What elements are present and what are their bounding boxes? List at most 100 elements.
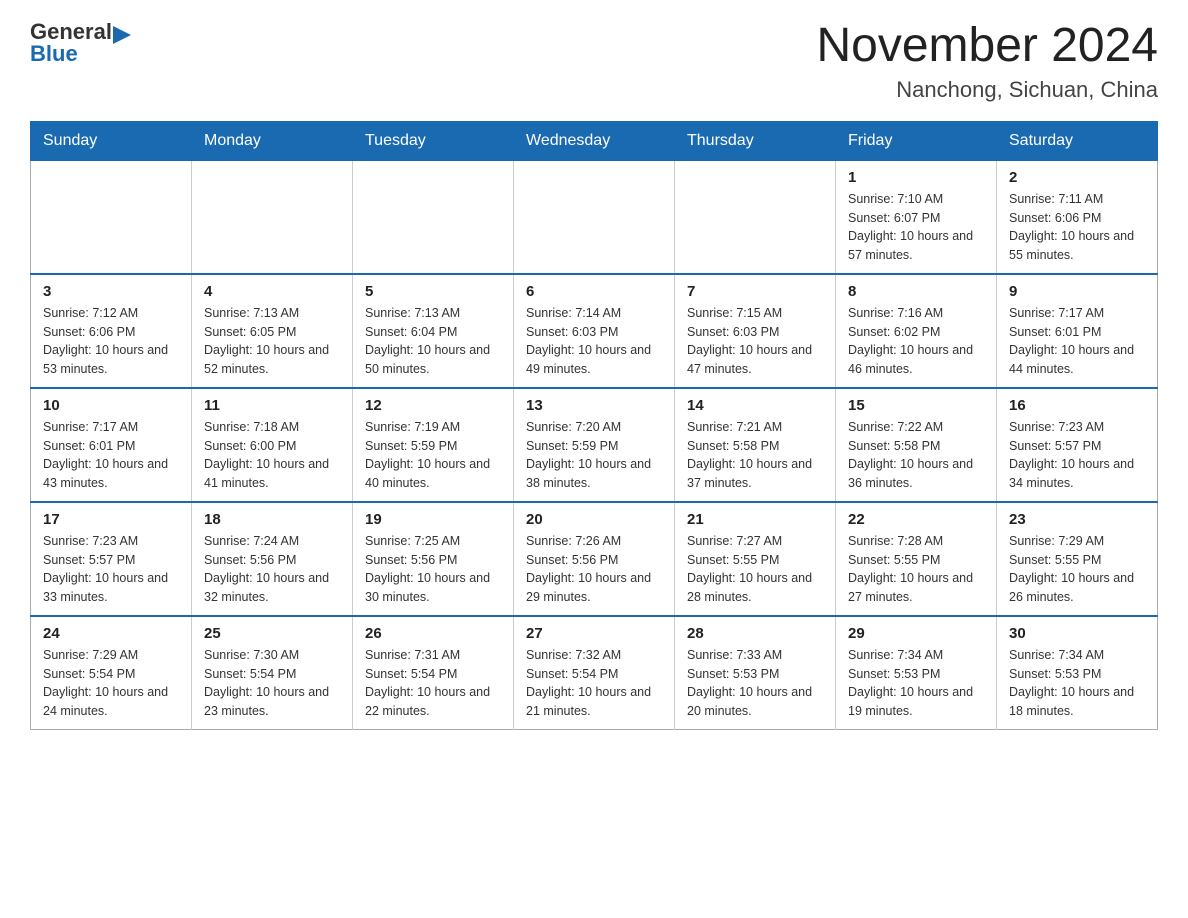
day-number: 19 (365, 511, 501, 528)
day-number: 16 (1009, 397, 1145, 414)
day-info: Sunrise: 7:21 AMSunset: 5:58 PMDaylight:… (687, 418, 823, 493)
calendar-cell-w3-d3: 13Sunrise: 7:20 AMSunset: 5:59 PMDayligh… (514, 388, 675, 502)
calendar-cell-w3-d0: 10 Sunrise: 7:17 AMSunset: 6:01 PMDayligh… (31, 388, 192, 502)
day-number: 7 (687, 283, 823, 300)
day-info: Sunrise: 7:13 AMSunset: 6:04 PMDaylight:… (365, 304, 501, 379)
day-info: Sunrise: 7:22 AMSunset: 5:58 PMDaylight:… (848, 418, 984, 493)
day-info: Sunrise: 7:18 AMSunset: 6:00 PMDaylight:… (204, 418, 340, 493)
logo-text: General Blue (30, 20, 131, 66)
col-saturday: Saturday (997, 121, 1158, 160)
col-sunday: Sunday (31, 121, 192, 160)
day-number: 23 (1009, 511, 1145, 528)
col-monday: Monday (192, 121, 353, 160)
calendar-cell-w5-d3: 27Sunrise: 7:32 AMSunset: 5:54 PMDayligh… (514, 616, 675, 730)
col-tuesday: Tuesday (353, 121, 514, 160)
col-thursday: Thursday (675, 121, 836, 160)
calendar-cell-w3-d5: 15 Sunrise: 7:22 AMSunset: 5:58 PMDayligh… (836, 388, 997, 502)
day-number: 2 (1009, 169, 1145, 186)
day-info: Sunrise: 7:34 AMSunset: 5:53 PMDaylight:… (848, 646, 984, 721)
calendar-cell-w4-d1: 18 Sunrise: 7:24 AMSunset: 5:56 PMDayligh… (192, 502, 353, 616)
calendar-cell-w4-d5: 22Sunrise: 7:28 AMSunset: 5:55 PMDayligh… (836, 502, 997, 616)
calendar-cell-w2-d0: 3Sunrise: 7:12 AMSunset: 6:06 PMDaylight… (31, 274, 192, 388)
calendar-cell-w3-d1: 11 Sunrise: 7:18 AMSunset: 6:00 PMDayligh… (192, 388, 353, 502)
day-number: 25 (204, 625, 340, 642)
day-number: 28 (687, 625, 823, 642)
logo-triangle-icon (113, 26, 131, 44)
day-info: Sunrise: 7:29 AMSunset: 5:54 PMDaylight:… (43, 646, 179, 721)
day-info: Sunrise: 7:13 AMSunset: 6:05 PMDaylight:… (204, 304, 340, 379)
calendar-cell-w4-d3: 20Sunrise: 7:26 AMSunset: 5:56 PMDayligh… (514, 502, 675, 616)
day-info: Sunrise: 7:25 AMSunset: 5:56 PMDaylight:… (365, 532, 501, 607)
day-number: 30 (1009, 625, 1145, 642)
day-number: 22 (848, 511, 984, 528)
day-number: 27 (526, 625, 662, 642)
day-info: Sunrise: 7:30 AMSunset: 5:54 PMDaylight:… (204, 646, 340, 721)
day-number: 9 (1009, 283, 1145, 300)
day-info: Sunrise: 7:15 AMSunset: 6:03 PMDaylight:… (687, 304, 823, 379)
calendar-cell-w5-d5: 29 Sunrise: 7:34 AMSunset: 5:53 PMDayligh… (836, 616, 997, 730)
day-info: Sunrise: 7:34 AMSunset: 5:53 PMDaylight:… (1009, 646, 1145, 721)
day-info: Sunrise: 7:14 AMSunset: 6:03 PMDaylight:… (526, 304, 662, 379)
calendar-cell-w2-d3: 6 Sunrise: 7:14 AMSunset: 6:03 PMDaylight… (514, 274, 675, 388)
calendar-cell-w5-d1: 25 Sunrise: 7:30 AMSunset: 5:54 PMDayligh… (192, 616, 353, 730)
col-wednesday: Wednesday (514, 121, 675, 160)
day-number: 5 (365, 283, 501, 300)
calendar-cell-w1-d3 (514, 160, 675, 274)
day-number: 29 (848, 625, 984, 642)
calendar-week-4: 17 Sunrise: 7:23 AMSunset: 5:57 PMDayligh… (31, 502, 1158, 616)
calendar-cell-w1-d0 (31, 160, 192, 274)
calendar-cell-w2-d1: 4 Sunrise: 7:13 AMSunset: 6:05 PMDaylight… (192, 274, 353, 388)
logo: General Blue (30, 20, 131, 66)
day-number: 10 (43, 397, 179, 414)
col-friday: Friday (836, 121, 997, 160)
calendar-cell-w4-d6: 23 Sunrise: 7:29 AMSunset: 5:55 PMDayligh… (997, 502, 1158, 616)
calendar-week-3: 10 Sunrise: 7:17 AMSunset: 6:01 PMDayligh… (31, 388, 1158, 502)
day-number: 15 (848, 397, 984, 414)
day-number: 12 (365, 397, 501, 414)
calendar-cell-w5-d6: 30 Sunrise: 7:34 AMSunset: 5:53 PMDayligh… (997, 616, 1158, 730)
calendar-cell-w5-d4: 28 Sunrise: 7:33 AMSunset: 5:53 PMDayligh… (675, 616, 836, 730)
day-info: Sunrise: 7:23 AMSunset: 5:57 PMDaylight:… (43, 532, 179, 607)
main-title: November 2024 (816, 20, 1158, 73)
calendar-cell-w1-d2 (353, 160, 514, 274)
day-number: 18 (204, 511, 340, 528)
day-info: Sunrise: 7:23 AMSunset: 5:57 PMDaylight:… (1009, 418, 1145, 493)
page-header: General Blue November 2024 Nanchong, Sic… (30, 20, 1158, 103)
calendar-cell-w3-d2: 12Sunrise: 7:19 AMSunset: 5:59 PMDayligh… (353, 388, 514, 502)
day-number: 21 (687, 511, 823, 528)
day-number: 6 (526, 283, 662, 300)
day-info: Sunrise: 7:26 AMSunset: 5:56 PMDaylight:… (526, 532, 662, 607)
day-info: Sunrise: 7:24 AMSunset: 5:56 PMDaylight:… (204, 532, 340, 607)
title-block: November 2024 Nanchong, Sichuan, China (816, 20, 1158, 103)
day-number: 26 (365, 625, 501, 642)
calendar-cell-w4-d2: 19 Sunrise: 7:25 AMSunset: 5:56 PMDayligh… (353, 502, 514, 616)
calendar-cell-w1-d5: 1 Sunrise: 7:10 AMSunset: 6:07 PMDaylight… (836, 160, 997, 274)
day-number: 11 (204, 397, 340, 414)
calendar-cell-w3-d4: 14 Sunrise: 7:21 AMSunset: 5:58 PMDayligh… (675, 388, 836, 502)
day-info: Sunrise: 7:16 AMSunset: 6:02 PMDaylight:… (848, 304, 984, 379)
calendar-cell-w4-d4: 21Sunrise: 7:27 AMSunset: 5:55 PMDayligh… (675, 502, 836, 616)
day-number: 14 (687, 397, 823, 414)
day-info: Sunrise: 7:17 AMSunset: 6:01 PMDaylight:… (43, 418, 179, 493)
day-number: 24 (43, 625, 179, 642)
day-info: Sunrise: 7:12 AMSunset: 6:06 PMDaylight:… (43, 304, 179, 379)
calendar-week-1: 1 Sunrise: 7:10 AMSunset: 6:07 PMDaylight… (31, 160, 1158, 274)
day-info: Sunrise: 7:33 AMSunset: 5:53 PMDaylight:… (687, 646, 823, 721)
day-info: Sunrise: 7:31 AMSunset: 5:54 PMDaylight:… (365, 646, 501, 721)
day-number: 1 (848, 169, 984, 186)
calendar-cell-w2-d4: 7 Sunrise: 7:15 AMSunset: 6:03 PMDaylight… (675, 274, 836, 388)
calendar-cell-w1-d1 (192, 160, 353, 274)
calendar-cell-w5-d2: 26 Sunrise: 7:31 AMSunset: 5:54 PMDayligh… (353, 616, 514, 730)
calendar-week-2: 3Sunrise: 7:12 AMSunset: 6:06 PMDaylight… (31, 274, 1158, 388)
calendar-cell-w5-d0: 24 Sunrise: 7:29 AMSunset: 5:54 PMDayligh… (31, 616, 192, 730)
day-info: Sunrise: 7:29 AMSunset: 5:55 PMDaylight:… (1009, 532, 1145, 607)
subtitle: Nanchong, Sichuan, China (816, 77, 1158, 103)
day-number: 8 (848, 283, 984, 300)
day-info: Sunrise: 7:10 AMSunset: 6:07 PMDaylight:… (848, 190, 984, 265)
calendar-week-5: 24 Sunrise: 7:29 AMSunset: 5:54 PMDayligh… (31, 616, 1158, 730)
calendar-cell-w3-d6: 16 Sunrise: 7:23 AMSunset: 5:57 PMDayligh… (997, 388, 1158, 502)
day-number: 17 (43, 511, 179, 528)
day-info: Sunrise: 7:11 AMSunset: 6:06 PMDaylight:… (1009, 190, 1145, 265)
day-number: 4 (204, 283, 340, 300)
logo-blue: Blue (30, 42, 131, 66)
